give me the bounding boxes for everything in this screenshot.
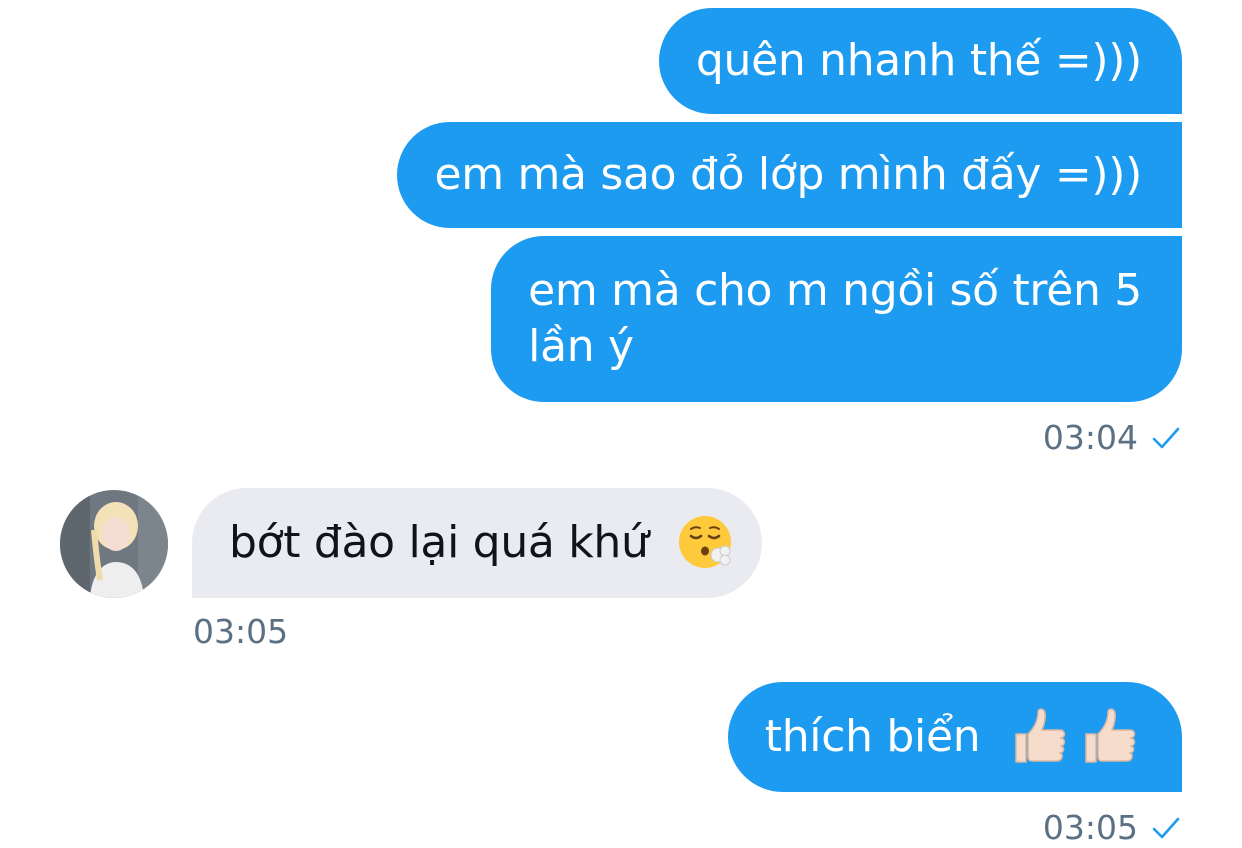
message-text: bớt đào lại quá khứ [229, 517, 649, 568]
message-text-line: lần ý [528, 321, 634, 372]
timestamp-text: 03:04 [1042, 418, 1138, 457]
message-bubble-outgoing[interactable]: em mà sao đỏ lớp mình đấy =))) [397, 122, 1182, 228]
message-text: quên nhanh thế =))) [695, 35, 1142, 86]
message-text: em mà sao đỏ lớp mình đấy =))) [434, 149, 1142, 200]
message-timestamp: 03:05 [1043, 808, 1180, 848]
message-timestamp: 03:05 [193, 612, 288, 652]
thumbs-up-emoji [1015, 708, 1066, 763]
timestamp-text: 03:05 [193, 612, 289, 651]
message-text-line: em mà cho m ngồi số trên 5 [528, 265, 1142, 316]
thumbs-up-emoji [1085, 708, 1136, 763]
message-bubble-outgoing[interactable]: thích biển [727, 682, 1182, 792]
avatar-image [60, 490, 168, 598]
timestamp-text: 03:05 [1042, 808, 1138, 847]
sent-check-icon [1152, 817, 1180, 839]
sent-check-icon [1152, 427, 1180, 449]
message-bubble-outgoing[interactable]: em mà cho m ngồi số trên 5 lần ý [491, 236, 1182, 402]
message-bubble-outgoing[interactable]: quên nhanh thế =))) [658, 8, 1182, 114]
message-timestamp: 03:04 [1043, 418, 1180, 458]
message-text: thích biển [764, 711, 981, 762]
face-exhaling-emoji [679, 516, 732, 568]
avatar[interactable] [60, 490, 168, 598]
message-bubble-incoming[interactable]: bớt đào lại quá khứ [192, 488, 762, 598]
